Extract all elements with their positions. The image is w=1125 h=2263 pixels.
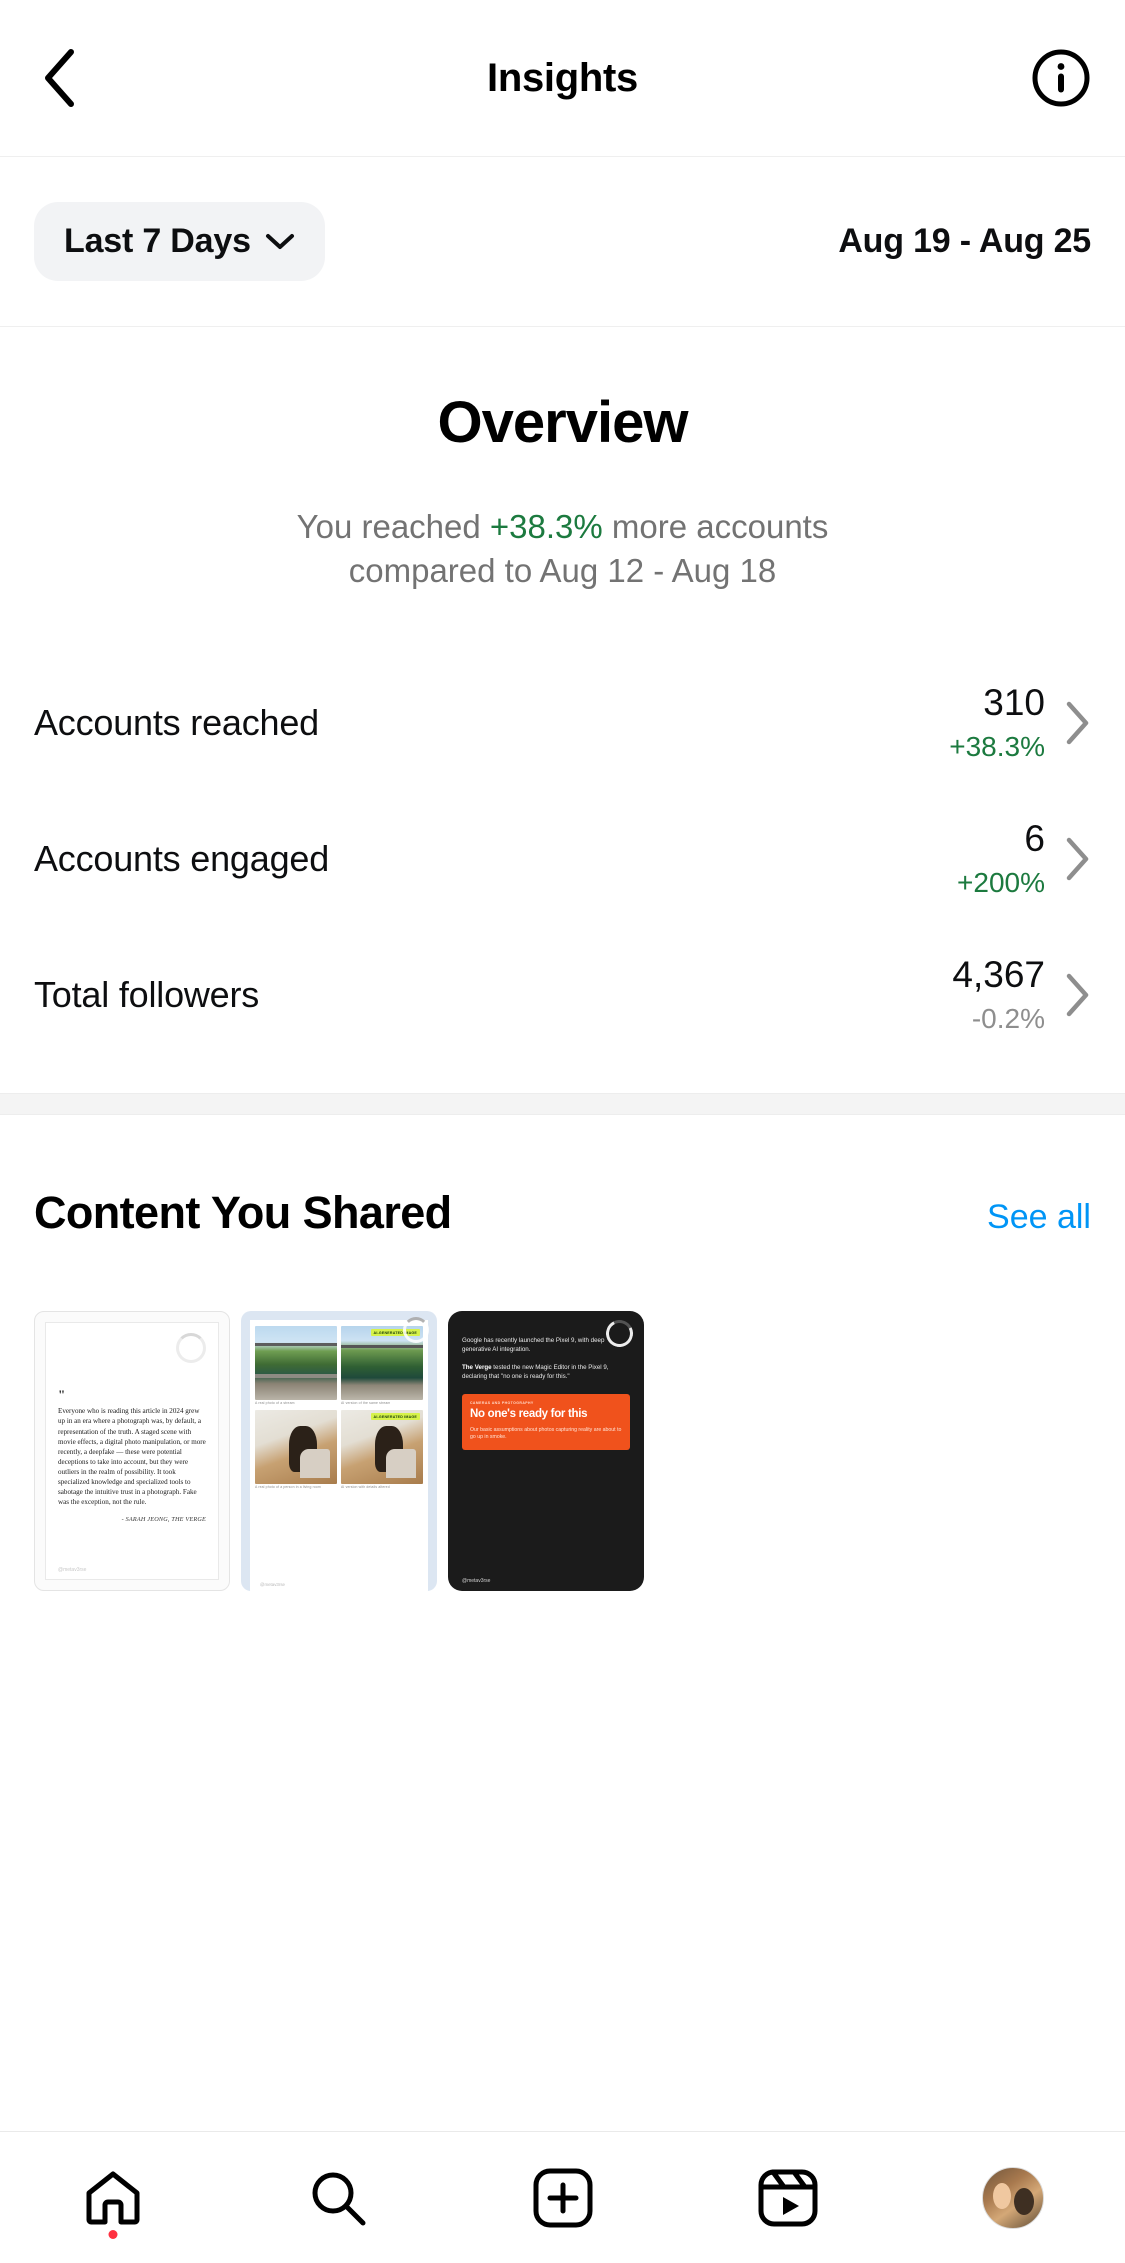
article-headline: No one's ready for this [470, 1408, 588, 1421]
metric-row-accounts-reached[interactable]: Accounts reached 310 +38.3% [34, 655, 1091, 791]
post-handle-watermark: @metav3rse [58, 1567, 87, 1574]
profile-avatar-icon [981, 2166, 1044, 2229]
article-card-page: Google has recently launched the Pixel 9… [448, 1311, 644, 1591]
content-section-title: Content You Shared [34, 1187, 452, 1239]
home-icon [86, 2171, 139, 2224]
metric-value: 310 [983, 682, 1045, 724]
post-handle-watermark: @metav3rse [462, 1578, 491, 1585]
overview-summary: You reached +38.3% more accounts compare… [34, 505, 1091, 593]
metric-values: 310 +38.3% [949, 681, 1045, 765]
reels-icon [758, 2169, 817, 2226]
summary-prefix: You reached [296, 507, 490, 545]
summary-delta: +38.3% [489, 507, 603, 545]
article-paragraph-2: The Verge tested the new Magic Editor in… [462, 1364, 630, 1382]
insights-screen: Insights Last 7 Days Aug 19 - Aug 25 Ove… [0, 0, 1125, 2263]
page-title: Insights [487, 55, 638, 100]
content-thumbnail-article-card[interactable]: Google has recently launched the Pixel 9… [448, 1311, 644, 1592]
info-circle-icon [1032, 49, 1090, 107]
photo-cell: AI-GENERATED IMAGE AI version with detai… [341, 1410, 423, 1490]
info-button[interactable] [1027, 44, 1095, 112]
chevron-right-icon [1066, 702, 1089, 745]
quote-card-page: " Everyone who is reading this article i… [45, 1322, 219, 1581]
photo-room-ai: AI-GENERATED IMAGE [341, 1410, 423, 1485]
metric-right-group: 310 +38.3% [949, 681, 1091, 765]
metric-label: Total followers [34, 974, 260, 1016]
tab-reels[interactable] [728, 2132, 848, 2263]
metric-right-group: 4,367 -0.2% [952, 953, 1091, 1037]
chevron-right-icon [1066, 974, 1089, 1017]
article-source-name: The Verge [462, 1364, 492, 1372]
date-filter-row: Last 7 Days Aug 19 - Aug 25 [0, 157, 1125, 327]
back-button[interactable] [24, 43, 94, 113]
overview-section: Overview You reached +38.3% more account… [0, 327, 1125, 594]
photo-caption: AI version with details altered [341, 1485, 390, 1490]
date-range-selector-label: Last 7 Days [64, 222, 251, 260]
metric-delta: +200% [957, 866, 1045, 898]
content-section-header: Content You Shared See all [34, 1115, 1091, 1239]
summary-suffix: more accounts [602, 507, 829, 545]
article-paragraph-1: Google has recently launched the Pixel 9… [462, 1337, 605, 1354]
photo-room-real [255, 1410, 337, 1485]
section-divider [0, 1093, 1125, 1116]
ai-generated-badge: AI-GENERATED IMAGE [370, 1413, 420, 1421]
chevron-left-icon [45, 49, 74, 107]
loading-ring-icon [176, 1333, 206, 1364]
post-handle-watermark: @metav3rse [260, 1582, 285, 1588]
date-range-selector[interactable]: Last 7 Days [34, 202, 325, 281]
photo-cell: A real photo of a person in a living roo… [255, 1410, 337, 1490]
navigation-bar: Insights [0, 0, 1125, 157]
overview-title: Overview [437, 390, 689, 455]
article-headline-card: CAMERAS AND PHOTOGRAPHY No one's ready f… [462, 1394, 630, 1450]
bottom-tab-bar [0, 2131, 1125, 2263]
tab-home[interactable] [53, 2132, 173, 2263]
quote-body-text: Everyone who is reading this article in … [58, 1407, 206, 1506]
photo-river-real [255, 1326, 337, 1401]
see-all-link[interactable]: See all [987, 1198, 1091, 1237]
content-thumbnail-quote-card[interactable]: " Everyone who is reading this article i… [34, 1311, 230, 1592]
tab-create[interactable] [503, 2132, 623, 2263]
content-thumbnail-strip: " Everyone who is reading this article i… [34, 1311, 1091, 1592]
article-kicker: CAMERAS AND PHOTOGRAPHY [470, 1401, 534, 1406]
article-subhead: Our basic assumptions about photos captu… [470, 1426, 622, 1440]
summary-comparison-line: compared to Aug 12 - Aug 18 [348, 552, 777, 590]
content-thumbnail-photo-grid[interactable]: A real photo of a stream AI-GENERATED IM… [241, 1311, 437, 1592]
metric-right-group: 6 +200% [957, 817, 1091, 901]
photo-caption: A real photo of a stream [255, 1401, 295, 1406]
metric-values: 6 +200% [957, 817, 1045, 901]
metric-delta: +38.3% [949, 730, 1045, 762]
metric-label: Accounts engaged [34, 838, 330, 880]
photo-grid: A real photo of a stream AI-GENERATED IM… [255, 1326, 423, 1489]
quote-mark: " [58, 1387, 66, 1403]
photo-cell: A real photo of a stream [255, 1326, 337, 1406]
tab-search[interactable] [278, 2132, 398, 2263]
date-range-text: Aug 19 - Aug 25 [838, 222, 1091, 260]
photo-caption: A real photo of a person in a living roo… [255, 1485, 321, 1490]
home-notification-dot [108, 2230, 117, 2239]
tab-profile[interactable] [953, 2132, 1073, 2263]
metric-value: 6 [1024, 818, 1045, 860]
search-icon [312, 2172, 365, 2225]
metric-value: 4,367 [952, 954, 1045, 996]
photo-caption: AI version of the same stream [341, 1401, 391, 1406]
chevron-right-icon [1066, 838, 1089, 881]
metric-row-accounts-engaged[interactable]: Accounts engaged 6 +200% [34, 791, 1091, 927]
chevron-down-icon [265, 233, 294, 249]
metric-values: 4,367 -0.2% [952, 953, 1045, 1037]
metric-label: Accounts reached [34, 702, 319, 744]
metric-row-total-followers[interactable]: Total followers 4,367 -0.2% [34, 927, 1091, 1063]
metric-delta: -0.2% [971, 1002, 1045, 1034]
content-you-shared-section: Content You Shared See all " Everyone wh… [0, 1115, 1125, 1592]
metrics-list: Accounts reached 310 +38.3% Accounts eng… [0, 655, 1125, 1063]
create-plus-icon [533, 2168, 592, 2227]
photo-grid-page: A real photo of a stream AI-GENERATED IM… [250, 1320, 428, 1592]
quote-attribution: - SARAH JEONG, THE VERGE [121, 1516, 206, 1523]
